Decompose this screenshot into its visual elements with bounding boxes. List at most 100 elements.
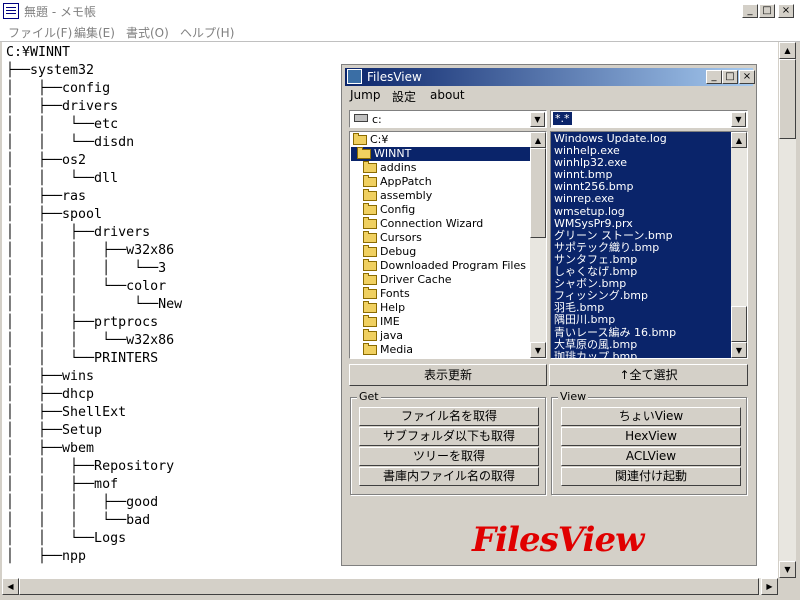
dir-item[interactable]: Fonts [351, 287, 531, 301]
dir-item-label: assembly [380, 189, 433, 202]
dir-item-label: AppPatch [380, 175, 432, 188]
scroll-left-button[interactable]: ◀ [2, 578, 19, 595]
select-all-button[interactable]: ↑全て選択 [549, 364, 748, 386]
filesview-icon [347, 69, 362, 84]
dir-item-label: java [380, 329, 404, 342]
get-subfolders-button[interactable]: サブフォルダ以下も取得 [359, 427, 539, 446]
acl-view-button[interactable]: ACLView [561, 447, 741, 466]
get-archive-filenames-button[interactable]: 書庫内ファイル名の取得 [359, 467, 539, 486]
menu-settings[interactable]: 設定 [392, 88, 416, 105]
scroll-up-button[interactable]: ▲ [779, 42, 796, 59]
view-group-label: View [558, 390, 589, 403]
filesview-close-button[interactable]: × [739, 70, 755, 84]
dir-item[interactable]: Debug [351, 245, 531, 259]
folder-icon [363, 301, 377, 313]
dir-scroll-thumb[interactable] [530, 148, 546, 238]
scroll-right-button[interactable]: ▶ [761, 578, 778, 595]
menu-bar: ファイル(F) 編集(E) 書式(O) ヘルプ(H) [0, 22, 800, 42]
folder-icon [363, 329, 377, 341]
file-scrollbar[interactable]: ▲ ▼ [731, 132, 747, 358]
dir-item[interactable]: Downloaded Program Files [351, 259, 531, 273]
maximize-button[interactable]: □ [759, 4, 775, 18]
dir-item[interactable]: java [351, 329, 531, 343]
get-tree-button[interactable]: ツリーを取得 [359, 447, 539, 466]
dir-item[interactable]: Config [351, 203, 531, 217]
scroll-down-button[interactable]: ▼ [779, 561, 796, 578]
get-filenames-button[interactable]: ファイル名を取得 [359, 407, 539, 426]
close-button[interactable]: × [778, 4, 794, 18]
window-title: 無題 - メモ帳 [24, 5, 96, 19]
notepad-icon [3, 3, 19, 19]
file-item[interactable]: WMSysPr9.prx [554, 217, 729, 230]
filesview-minimize-button[interactable]: _ [706, 70, 722, 84]
dir-item[interactable]: addins [351, 161, 531, 175]
dir-item-label: Cursors [380, 231, 422, 244]
file-item[interactable]: wmsetup.log [554, 205, 729, 218]
dir-selected-label: WINNT [374, 147, 412, 160]
dir-item[interactable]: AppPatch [351, 175, 531, 189]
dir-item[interactable]: Connection Wizard [351, 217, 531, 231]
filesview-title: FilesView [367, 70, 422, 84]
file-scroll-thumb[interactable] [731, 306, 747, 342]
dir-selected[interactable]: WINNT [351, 147, 531, 161]
file-item[interactable]: winrep.exe [554, 193, 729, 205]
dir-item-label: Media [380, 343, 414, 356]
horizontal-scroll-thumb[interactable] [19, 578, 759, 595]
file-item[interactable]: 青いレース編み 16.bmp [554, 326, 729, 339]
folder-icon [363, 217, 377, 229]
filesview-title-bar[interactable]: FilesView _ □ × [345, 68, 755, 86]
dir-scrollbar[interactable]: ▲ ▼ [530, 132, 546, 358]
dir-scroll-up[interactable]: ▲ [530, 132, 546, 148]
menu-help[interactable]: ヘルプ(H) [180, 24, 234, 41]
dir-root[interactable]: C:¥ [351, 133, 531, 147]
file-scroll-down[interactable]: ▼ [731, 342, 747, 358]
editor-line: C:¥WINNT [6, 45, 71, 60]
hex-view-button[interactable]: HexView [561, 427, 741, 446]
dir-item-label: Help [380, 301, 406, 314]
dir-item[interactable]: Media [351, 343, 531, 357]
refresh-button[interactable]: 表示更新 [349, 364, 547, 386]
menu-file[interactable]: ファイル(F) [8, 24, 72, 41]
dir-item[interactable]: IME [351, 315, 531, 329]
file-list[interactable]: Windows Update.log winhelp.exe winhlp32.ex… [550, 131, 748, 359]
menu-about[interactable]: about [430, 88, 465, 102]
drive-select[interactable]: c: ▼ [349, 110, 547, 128]
dir-item-label: Fonts [380, 287, 410, 300]
filter-dropdown-arrow[interactable]: ▼ [731, 112, 746, 127]
menu-format[interactable]: 書式(O) [126, 24, 169, 41]
resize-grip[interactable] [779, 578, 796, 595]
get-group-label: Get [357, 390, 381, 403]
file-item[interactable]: 珈琲カップ.bmp [554, 350, 729, 358]
dir-item-label: Downloaded Program Files [380, 259, 526, 272]
menu-jump[interactable]: Jump [350, 88, 380, 102]
dir-item[interactable]: Help [351, 301, 531, 315]
menu-edit[interactable]: 編集(E) [74, 24, 115, 41]
minimize-button[interactable]: _ [742, 4, 758, 18]
open-associated-button[interactable]: 関連付け起動 [561, 467, 741, 486]
get-group: Get ファイル名を取得 サブフォルダ以下も取得 ツリーを取得 書庫内ファイル名… [350, 390, 546, 495]
folder-icon [363, 245, 377, 257]
directory-list[interactable]: C:¥ WINNT addins AppPatch assembly Config Co… [349, 131, 547, 359]
dir-item[interactable]: assembly [351, 189, 531, 203]
dir-item[interactable]: Cursors [351, 231, 531, 245]
vertical-scrollbar[interactable]: ▲ ▼ [779, 42, 796, 578]
drive-icon [354, 114, 368, 122]
filter-select[interactable]: *.* ▼ [550, 110, 748, 128]
file-item[interactable]: 隅田川.bmp [554, 314, 729, 326]
filesview-maximize-button[interactable]: □ [722, 70, 738, 84]
dir-item-label: addins [380, 161, 417, 174]
dir-item-label: IME [380, 315, 400, 328]
folder-open-icon [357, 147, 371, 159]
folder-icon [363, 189, 377, 201]
dir-item[interactable]: Driver Cache [351, 273, 531, 287]
file-scroll-up[interactable]: ▲ [731, 132, 747, 148]
vertical-scroll-thumb[interactable] [779, 59, 796, 139]
choi-view-button[interactable]: ちょいView [561, 407, 741, 426]
horizontal-scrollbar[interactable]: ◀ ▶ [2, 578, 778, 595]
drive-dropdown-arrow[interactable]: ▼ [530, 112, 545, 127]
folder-icon [363, 287, 377, 299]
dir-scroll-down[interactable]: ▼ [530, 342, 546, 358]
view-group: View ちょいView HexView ACLView 関連付け起動 [551, 390, 747, 495]
notepad-title-bar[interactable]: 無題 - メモ帳 _ □ × [0, 0, 800, 23]
file-item[interactable]: 大草原の風.bmp [554, 338, 729, 351]
